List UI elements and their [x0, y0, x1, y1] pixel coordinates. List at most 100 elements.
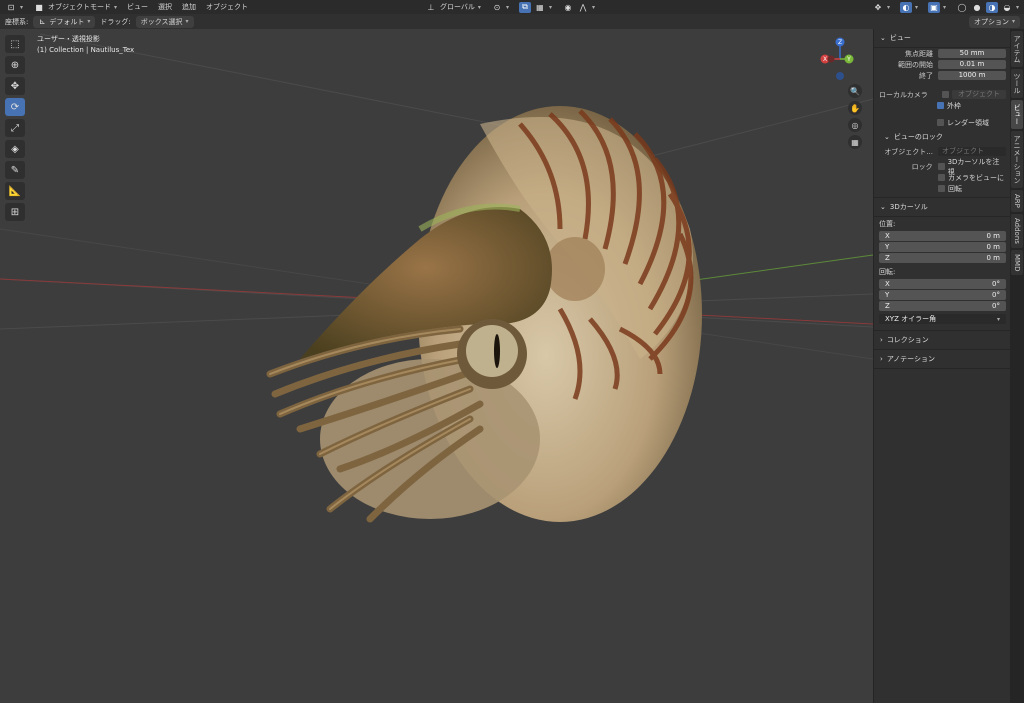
- xray-toggle[interactable]: ▣ ▾: [923, 0, 951, 14]
- chevron-down-icon: ▾: [886, 3, 890, 11]
- shading-buttons[interactable]: ◯ ● ◑ ◒ ▾: [951, 0, 1024, 14]
- rotation-mode-dropdown[interactable]: XYZ オイラー角 ▾: [879, 314, 1006, 324]
- header-center-spacer: [600, 0, 700, 14]
- menu-object[interactable]: オブジェクト: [201, 0, 253, 14]
- measure-icon: 📐: [8, 185, 22, 197]
- tab-tool[interactable]: ツール: [1011, 69, 1023, 98]
- outer-frame-checkbox[interactable]: [937, 102, 944, 109]
- menu-add[interactable]: 追加: [177, 0, 201, 14]
- chevron-right-icon: ›: [880, 355, 883, 363]
- lock-rotation-checkbox[interactable]: [938, 185, 945, 192]
- tab-animation[interactable]: アニメーション: [1011, 131, 1023, 188]
- drag-dropdown[interactable]: ボックス選択 ▾: [135, 15, 194, 28]
- cursor-rotation-z[interactable]: Z 0°: [879, 301, 1006, 311]
- grid-icon: ▦: [851, 137, 859, 147]
- measure-tool[interactable]: 📐: [5, 182, 25, 200]
- clip-end-row: 終了 1000 m: [879, 70, 1006, 81]
- local-camera-label: ローカルカメラ: [879, 90, 928, 99]
- orientation-selector[interactable]: ⊥ グローバル ▾: [420, 0, 486, 14]
- shell-umbilicus: [545, 237, 605, 301]
- lock-object-field[interactable]: オブジェクト: [938, 147, 1006, 156]
- lock-cursor-checkbox[interactable]: [937, 163, 945, 170]
- lock-rotation-label: 回転: [948, 184, 962, 193]
- rendered-shading-icon: ◒: [1003, 2, 1011, 12]
- clip-end-field[interactable]: 1000 m: [938, 71, 1006, 80]
- tab-addons[interactable]: Addons: [1011, 213, 1023, 248]
- gizmo-neg-x[interactable]: [827, 55, 835, 63]
- cursor-location-y[interactable]: Y 0 m: [879, 242, 1006, 252]
- tab-view[interactable]: ビュー: [1011, 100, 1023, 129]
- view-lock-header[interactable]: ⌄ ビューのロック: [874, 128, 1011, 146]
- lock-rotation-row: 回転: [879, 183, 1006, 194]
- lock-camera-checkbox[interactable]: [938, 174, 945, 181]
- outer-frame-label: 外枠: [947, 101, 961, 110]
- tab-item[interactable]: アイテム: [1011, 31, 1023, 67]
- menu-select[interactable]: 選択: [153, 0, 177, 14]
- mode-label: オブジェクトモード: [48, 3, 112, 11]
- gizmo-toggle[interactable]: ✥ ▾: [867, 0, 895, 14]
- location-label: 位置:: [879, 220, 896, 228]
- view-name: ユーザー・透視投影: [37, 35, 100, 43]
- render-region-row: レンダー領域: [879, 117, 1006, 128]
- collection-section-header[interactable]: › コレクション: [874, 331, 1011, 350]
- zoom-button[interactable]: 🔍: [848, 84, 862, 98]
- move-icon: ✥: [10, 80, 20, 92]
- chevron-down-icon: ▾: [505, 3, 509, 11]
- chevron-down-icon: ▾: [87, 18, 91, 25]
- overlays-icon: ◐: [899, 1, 912, 13]
- tab-arp[interactable]: ARP: [1011, 190, 1023, 212]
- menu-add-label: 追加: [182, 3, 197, 11]
- mode-selector[interactable]: ■ オブジェクトモード ▾: [28, 0, 122, 14]
- perspective-toggle[interactable]: ▦: [848, 135, 862, 149]
- viewport-info: ユーザー・透視投影 (1) Collection | Nautilus_Tex: [37, 34, 134, 56]
- annotation-section-header[interactable]: › アノテーション: [874, 350, 1011, 369]
- 3d-viewport[interactable]: ⬚ ⊕ ✥ ⟳ ⤢ ◈ ✎ 📐 ⊞ ユーザー・透視投影 (1) Collecti…: [0, 29, 873, 703]
- cursor-rotation-y[interactable]: Y 0°: [879, 290, 1006, 300]
- transform-tool[interactable]: ◈: [5, 140, 25, 158]
- chevron-down-icon: ▾: [1015, 3, 1019, 11]
- camera-view-button[interactable]: ◎: [848, 118, 862, 132]
- axis-value: 0°: [992, 280, 1000, 288]
- rotate-tool[interactable]: ⟳: [5, 98, 25, 116]
- axis-value: 0°: [992, 291, 1000, 299]
- snap-controls[interactable]: ⧉ ▦ ▾: [514, 0, 557, 14]
- move-tool[interactable]: ✥: [5, 77, 25, 95]
- pan-button[interactable]: ✋: [848, 101, 862, 115]
- cursor-rotation-x[interactable]: X 0°: [879, 279, 1006, 289]
- local-camera-checkbox[interactable]: [942, 91, 949, 98]
- menu-view-label: ビュー: [127, 3, 149, 11]
- falloff-icon: ⋀: [579, 2, 587, 12]
- collection-section-title: コレクション: [886, 336, 929, 344]
- select-box-tool[interactable]: ⬚: [5, 35, 25, 53]
- proportional-edit-controls[interactable]: ◉ ⋀ ▾: [557, 0, 600, 14]
- menu-view[interactable]: ビュー: [122, 0, 153, 14]
- overlay-toggle[interactable]: ◐ ▾: [895, 0, 923, 14]
- render-region-checkbox[interactable]: [937, 119, 944, 126]
- add-cube-tool[interactable]: ⊞: [5, 203, 25, 221]
- local-camera-object-field[interactable]: オブジェクト: [952, 90, 1006, 99]
- gizmo-neg-z[interactable]: [836, 72, 844, 80]
- options-dropdown[interactable]: オプション ▾: [968, 15, 1020, 28]
- coord-dropdown[interactable]: ⊾ デフォルト ▾: [33, 15, 96, 28]
- cursor-tool[interactable]: ⊕: [5, 56, 25, 74]
- axis-label: X: [885, 280, 890, 288]
- pivot-icon: ⊙: [493, 2, 501, 12]
- lock-camera-label: カメラをビューに: [948, 173, 1004, 182]
- chevron-down-icon: ▾: [477, 3, 481, 11]
- hand-icon: ✋: [850, 103, 860, 113]
- 3d-cursor-header[interactable]: ⌄ 3Dカーソル: [874, 198, 1011, 217]
- view-section-title: ビュー: [889, 34, 911, 42]
- editor-type-button[interactable]: ⊡ ▾: [0, 0, 28, 14]
- scale-tool[interactable]: ⤢: [5, 119, 25, 137]
- pivot-selector[interactable]: ⊙ ▾: [486, 0, 514, 14]
- drag-label-text: ドラッグ:: [100, 17, 131, 26]
- cursor-location-z[interactable]: Z 0 m: [879, 253, 1006, 263]
- navigation-gizmo[interactable]: Z X Y: [816, 35, 864, 83]
- tool-settings-header: 座標系: ⊾ デフォルト ▾ ドラッグ: ボックス選択 ▾ オプション ▾: [0, 14, 1024, 29]
- cursor-location-x[interactable]: X 0 m: [879, 231, 1006, 241]
- annotate-tool[interactable]: ✎: [5, 161, 25, 179]
- clip-start-field[interactable]: 0.01 m: [938, 60, 1006, 69]
- view-section-header[interactable]: ⌄ ビュー: [874, 29, 1011, 48]
- focal-length-field[interactable]: 50 mm: [938, 49, 1006, 58]
- tab-mmd[interactable]: MMD: [1011, 249, 1023, 276]
